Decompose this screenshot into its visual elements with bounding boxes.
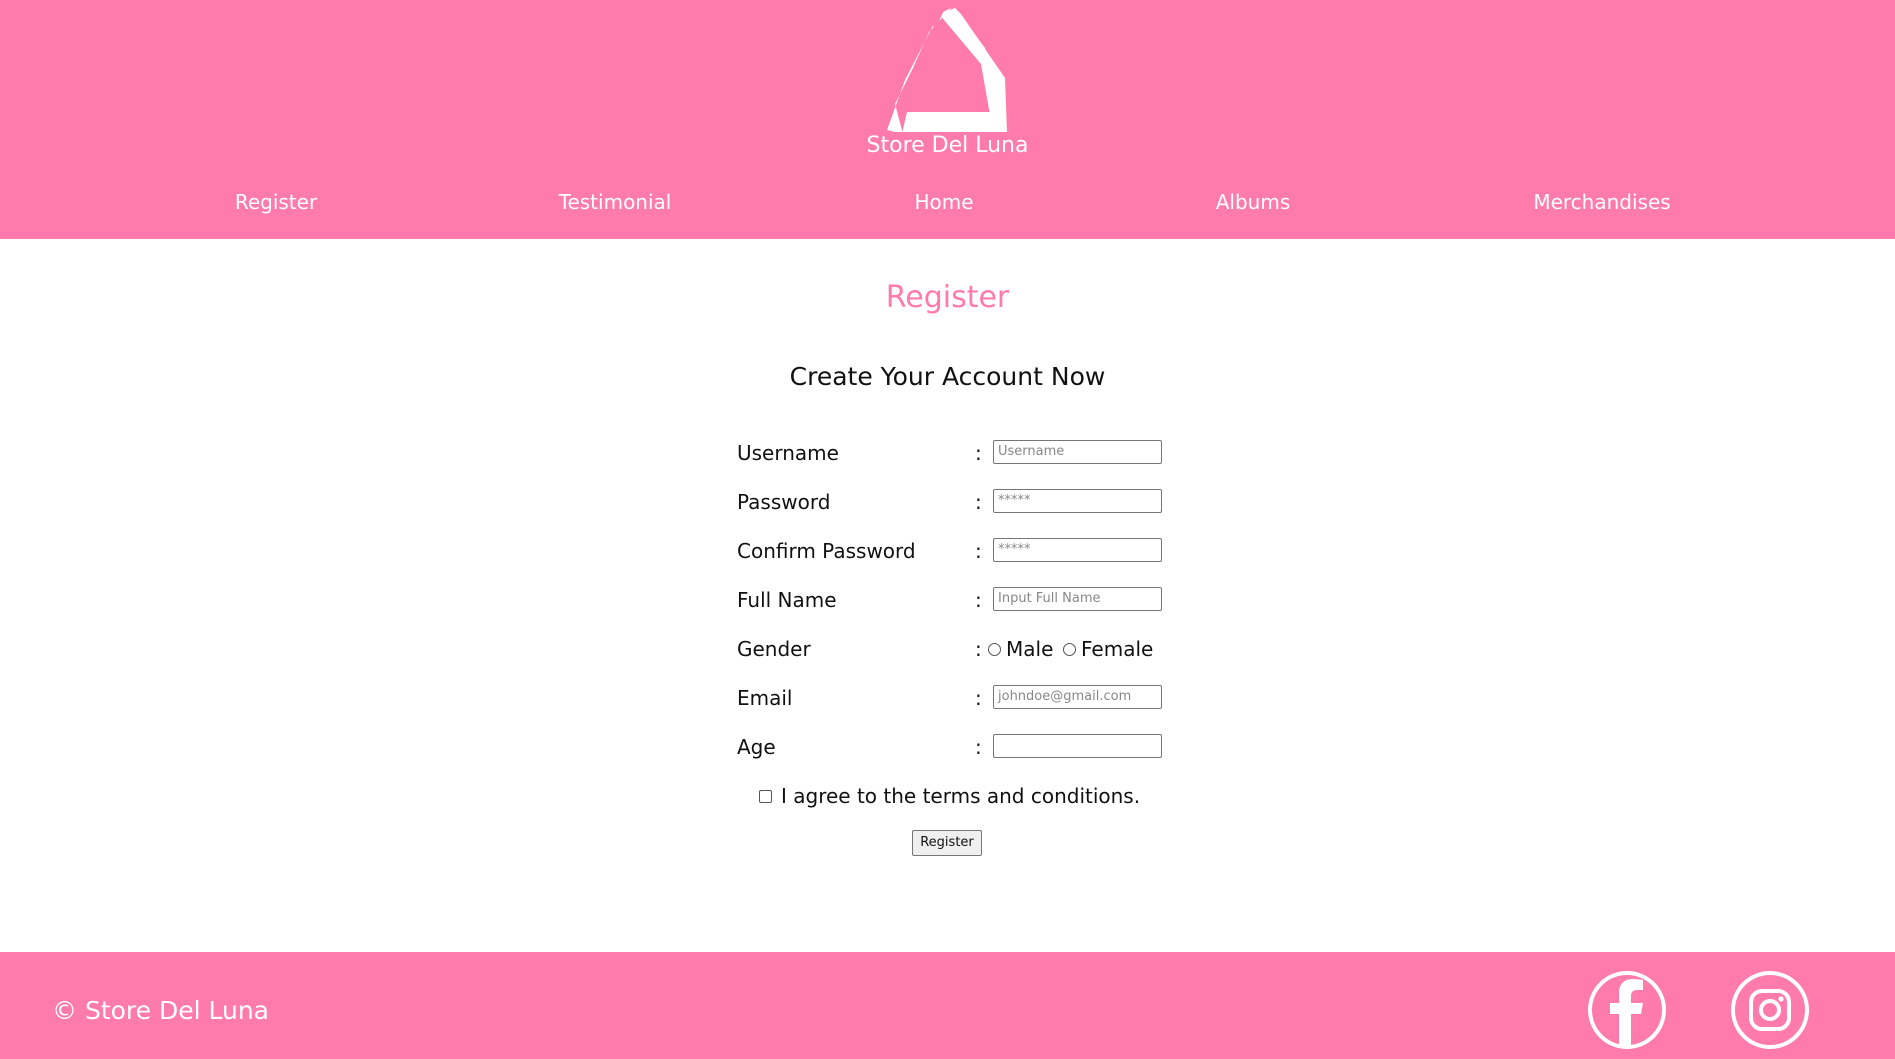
colon: :	[975, 637, 982, 661]
email-row: Email : johndoe@gmail.com	[737, 683, 1162, 713]
nav-home[interactable]: Home	[914, 190, 973, 214]
colon: :	[975, 735, 982, 759]
confirm-password-label: Confirm Password	[737, 539, 916, 563]
password-row: Password : *****	[737, 487, 1162, 517]
email-input[interactable]: johndoe@gmail.com	[993, 685, 1162, 709]
page-subtitle: Create Your Account Now	[789, 362, 1106, 391]
full-name-input[interactable]: Input Full Name	[993, 587, 1162, 611]
site-footer: © Store Del Luna	[0, 952, 1895, 1059]
colon: :	[975, 441, 982, 465]
page-title: Register	[885, 280, 1010, 315]
store-del-luna-logo-icon	[887, 8, 1007, 132]
terms-checkbox[interactable]	[759, 790, 772, 803]
username-input[interactable]: Username	[993, 440, 1162, 464]
nav-testimonial[interactable]: Testimonial	[559, 190, 672, 214]
username-label: Username	[737, 441, 839, 465]
colon: :	[975, 490, 982, 514]
confirm-password-row: Confirm Password : *****	[737, 536, 1162, 566]
username-row: Username : Username	[737, 438, 1162, 468]
main-nav: Register Testimonial Home Albums Merchan…	[0, 190, 1895, 224]
password-label: Password	[737, 490, 831, 514]
email-label: Email	[737, 686, 793, 710]
brand-name: Store Del Luna	[866, 133, 1029, 158]
instagram-icon[interactable]	[1730, 970, 1810, 1050]
colon: :	[975, 588, 982, 612]
age-row: Age :	[737, 732, 1162, 762]
nav-merchandises[interactable]: Merchandises	[1533, 190, 1670, 214]
gender-row: Gender : Male Female	[737, 634, 1157, 664]
gender-female-radio[interactable]	[1063, 643, 1076, 656]
full-name-row: Full Name : Input Full Name	[737, 585, 1162, 615]
nav-register[interactable]: Register	[235, 190, 317, 214]
gender-female-label[interactable]: Female	[1081, 634, 1153, 664]
copyright-text: © Store Del Luna	[52, 996, 269, 1025]
confirm-password-input[interactable]: *****	[993, 538, 1162, 562]
facebook-icon[interactable]	[1587, 970, 1667, 1050]
register-submit-button[interactable]: Register	[912, 830, 982, 856]
nav-albums[interactable]: Albums	[1216, 190, 1291, 214]
terms-label[interactable]: I agree to the terms and conditions.	[781, 781, 1140, 811]
terms-row: I agree to the terms and conditions.	[759, 781, 1179, 811]
full-name-label: Full Name	[737, 588, 837, 612]
age-input[interactable]	[993, 734, 1162, 758]
gender-label: Gender	[737, 637, 811, 661]
colon: :	[975, 539, 982, 563]
age-label: Age	[737, 735, 776, 759]
gender-male-radio[interactable]	[988, 643, 1001, 656]
gender-male-label[interactable]: Male	[1006, 634, 1053, 664]
colon: :	[975, 686, 982, 710]
password-input[interactable]: *****	[993, 489, 1162, 513]
site-header: Store Del Luna Register Testimonial Home…	[0, 0, 1895, 239]
